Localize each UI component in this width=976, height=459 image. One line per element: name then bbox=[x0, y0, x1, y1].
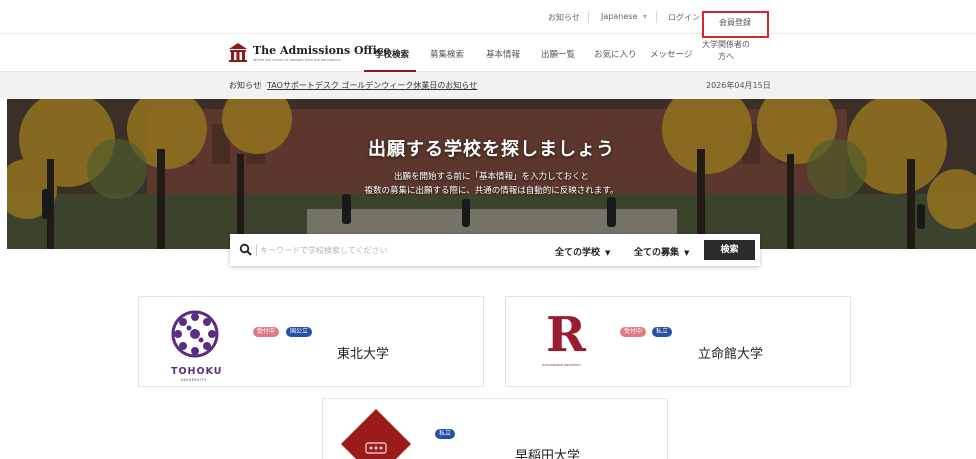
search-button[interactable]: 検索 bbox=[704, 240, 755, 260]
nav-school-search[interactable]: 学校検索 bbox=[375, 48, 409, 60]
language-label: Japanese bbox=[601, 12, 638, 21]
notice-bar: お知らせ | TAOサポートデスク ゴールデンウィーク休業日のお知らせ 2026… bbox=[0, 72, 976, 99]
nav-messages[interactable]: メッセージ bbox=[650, 48, 692, 60]
nav-staff[interactable]: 大学関係者の方へ bbox=[700, 39, 752, 63]
language-select[interactable]: Japanese ▾ bbox=[601, 12, 647, 21]
brand-tagline: Where the choice of colleges from the Ad… bbox=[253, 58, 341, 62]
chevron-down-icon: ▾ bbox=[642, 12, 647, 21]
hero-subtitle-line1: 出願を開始する前に「基本情報」を入力しておくと bbox=[394, 172, 589, 182]
divider bbox=[656, 11, 657, 23]
status-badge: 受付中 bbox=[253, 327, 280, 337]
brand-name[interactable]: The Admissions Office bbox=[253, 44, 390, 57]
hero-subtitle-line2: 複数の募集に出願する際に、共通の情報は自動的に反映されます。 bbox=[364, 186, 619, 196]
utility-bar: お知らせ Japanese ▾ ログイン 会員登録 bbox=[0, 0, 976, 38]
main-nav: The Admissions Office Where the choice o… bbox=[0, 34, 976, 72]
hero-banner: 出願する学校を探しましょう 出願を開始する前に「基本情報」を入力しておくと 複数… bbox=[7, 99, 976, 249]
search-divider bbox=[256, 244, 257, 256]
school-card-waseda[interactable]: 私立 早稲田大学 bbox=[322, 398, 668, 459]
status-badge: 受付中 bbox=[620, 327, 647, 337]
chevron-down-icon: ▼ bbox=[684, 249, 690, 257]
divider bbox=[588, 11, 589, 23]
type-badge: 国公立 bbox=[286, 327, 313, 337]
school-filter-label: 全ての学校 bbox=[555, 248, 601, 258]
school-name[interactable]: 立命館大学 bbox=[698, 343, 763, 362]
school-name[interactable]: 東北大学 bbox=[337, 343, 389, 362]
page: お知らせ Japanese ▾ ログイン 会員登録 The Admissions… bbox=[0, 0, 976, 459]
recruit-filter-label: 全ての募集 bbox=[634, 248, 680, 258]
tohoku-logo-text: TOHOKU bbox=[171, 366, 223, 377]
notice-separator: | bbox=[259, 80, 262, 89]
search-icon[interactable] bbox=[239, 243, 253, 257]
recruit-filter-dropdown[interactable]: 全ての募集 ▼ bbox=[634, 245, 689, 258]
logo-building-icon[interactable] bbox=[228, 42, 248, 62]
type-badge: 私立 bbox=[435, 429, 456, 439]
search-bar: 全ての学校 ▼ 全ての募集 ▼ 検索 bbox=[230, 234, 760, 266]
tohoku-logo-subtext: UNIVERSITY bbox=[181, 378, 207, 382]
ritsumeikan-logo-letter: R bbox=[546, 307, 586, 363]
notice-date: 2026年04月15日 bbox=[706, 81, 771, 90]
nav-applications[interactable]: 出願一覧 bbox=[541, 48, 575, 60]
school-name[interactable]: 早稲田大学 bbox=[515, 445, 580, 459]
notice-link[interactable]: TAOサポートデスク ゴールデンウィーク休業日のお知らせ bbox=[267, 80, 477, 91]
nav-basic-info[interactable]: 基本情報 bbox=[486, 48, 520, 60]
chevron-down-icon: ▼ bbox=[605, 249, 611, 257]
nav-favorites[interactable]: お気に入り bbox=[594, 48, 637, 60]
waseda-logo-emblem bbox=[341, 409, 411, 459]
tohoku-logo-emblem bbox=[171, 310, 219, 358]
nav-recruit-search[interactable]: 募集検索 bbox=[430, 48, 464, 60]
school-card-tohoku[interactable]: TOHOKU UNIVERSITY 受付中 国公立 東北大学 bbox=[138, 296, 484, 387]
login-link[interactable]: ログイン bbox=[668, 12, 700, 23]
hero-title: 出願する学校を探しましょう bbox=[368, 139, 615, 160]
school-card-ritsumeikan[interactable]: R RITSUMEIKAN UNIVERSITY 受付中 私立 立命館大学 bbox=[505, 296, 851, 387]
type-badge: 私立 bbox=[652, 327, 673, 337]
notice-label: お知らせ bbox=[229, 81, 261, 90]
ritsumeikan-logo-subtext: RITSUMEIKAN UNIVERSITY bbox=[542, 363, 582, 367]
news-link[interactable]: お知らせ bbox=[548, 12, 580, 23]
school-filter-dropdown[interactable]: 全ての学校 ▼ bbox=[555, 245, 610, 258]
register-link[interactable]: 会員登録 bbox=[719, 17, 751, 28]
search-input[interactable] bbox=[260, 240, 520, 260]
